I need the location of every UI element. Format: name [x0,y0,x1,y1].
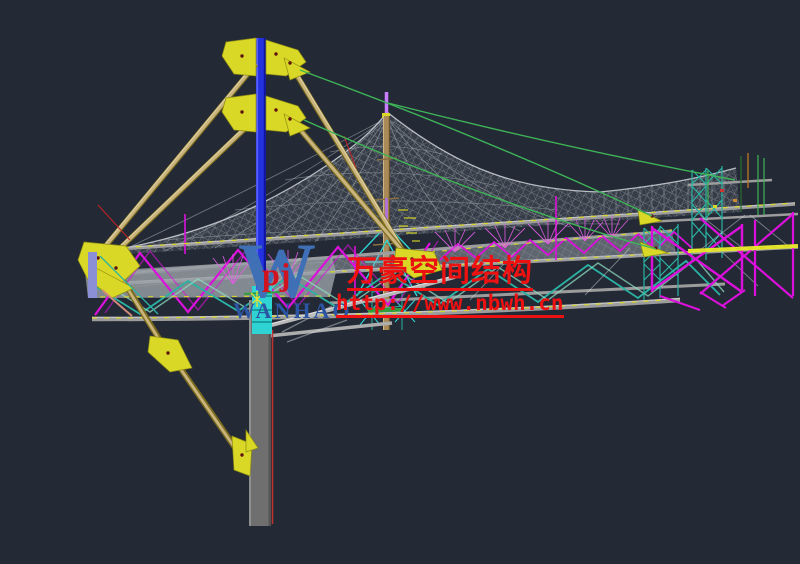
watermark-url-text: http://www.nbwh.cn [336,293,564,318]
end-post [88,252,97,298]
watermark-logo-name: WANHAO [233,300,352,322]
cad-viewport[interactable]: W pj WANHAO 万豪空间结构 http://www.nbwh.cn [0,0,800,564]
watermark-company-text: 万豪空间结构 [347,257,533,291]
watermark-logo-inner: pj [262,258,290,290]
